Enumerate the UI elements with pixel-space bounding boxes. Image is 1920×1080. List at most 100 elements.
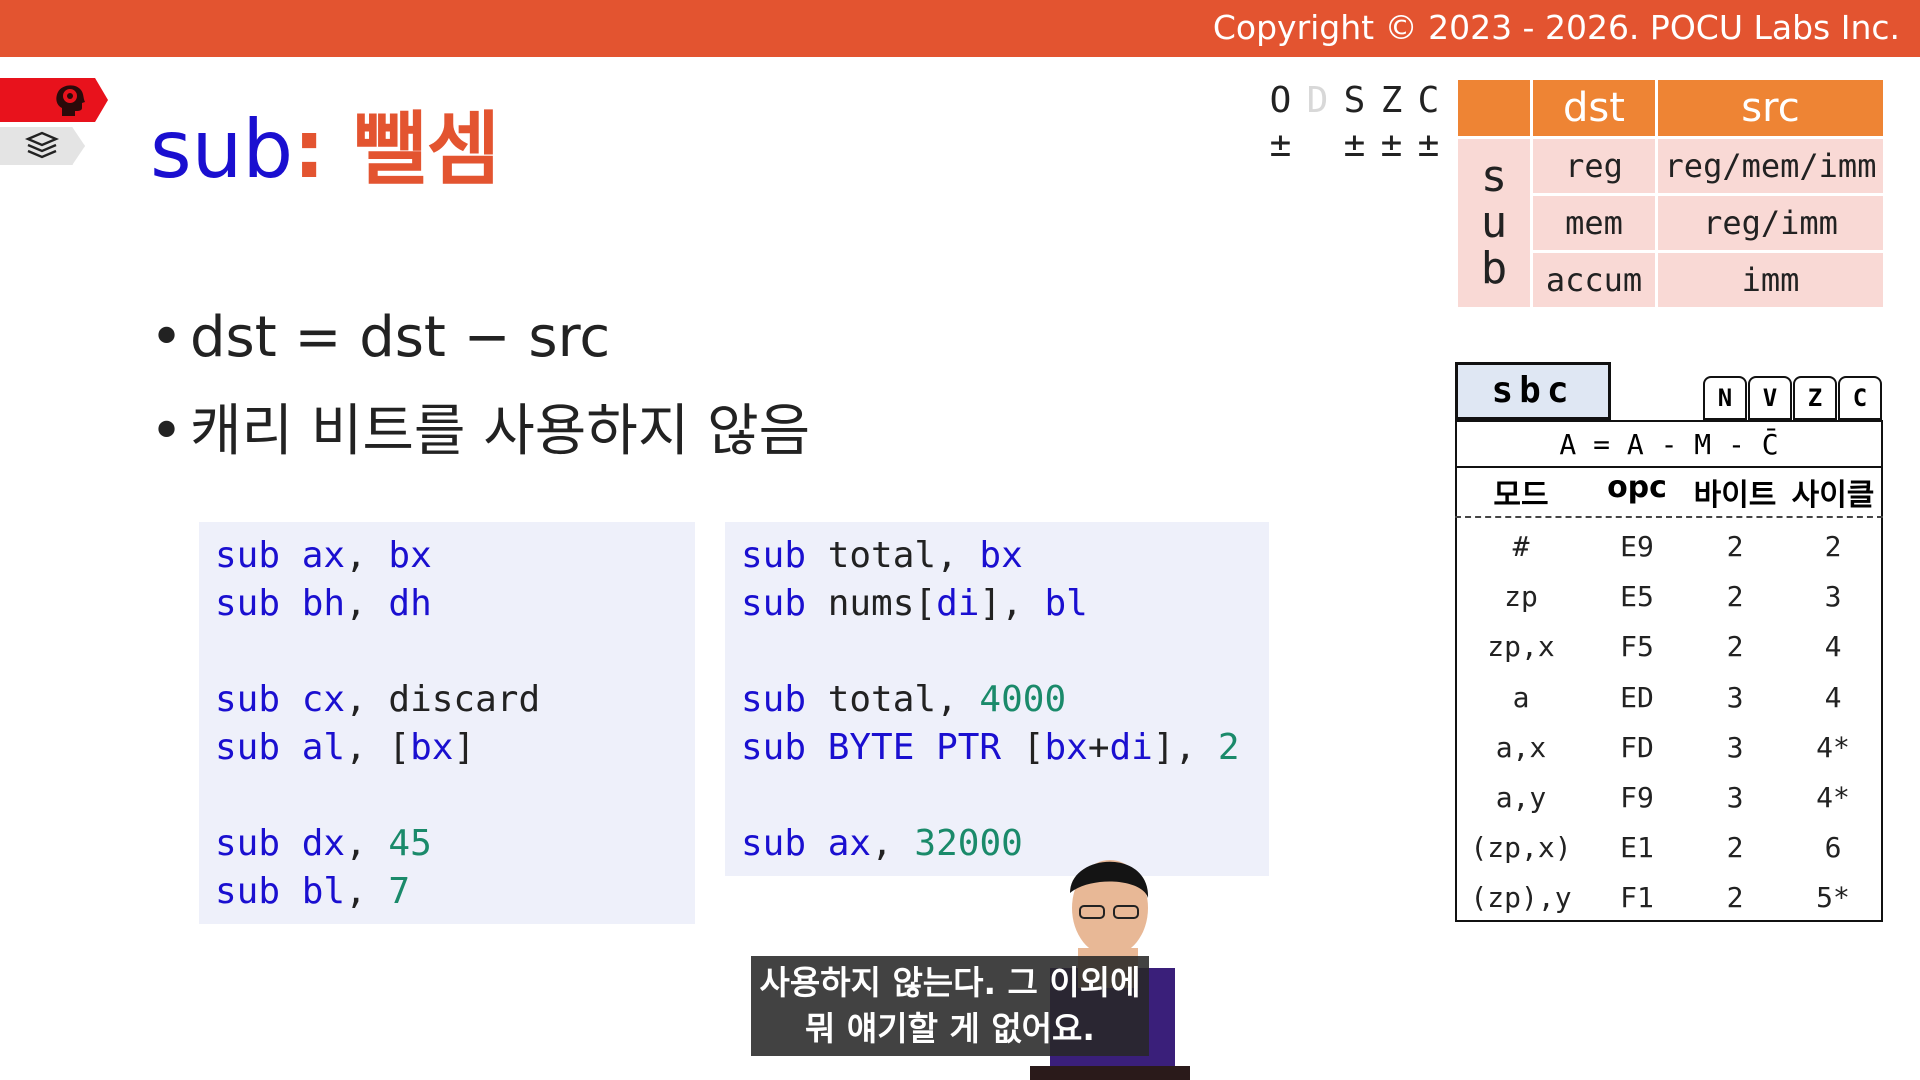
flag-box-v: V <box>1748 376 1792 420</box>
table-cell: mem <box>1533 196 1655 250</box>
table-cell: 2 <box>1726 881 1744 915</box>
table-cell: 3 <box>1824 580 1842 614</box>
code-token: + <box>1087 727 1110 768</box>
code-line: sub dx, 45 <box>215 820 695 868</box>
code-token: [ <box>1001 727 1045 768</box>
top-banner: Copyright © 2023 - 2026. POCU Labs Inc. <box>0 0 1920 57</box>
table-cell: 4 <box>1824 680 1842 714</box>
code-line: sub bh, dh <box>215 580 695 628</box>
table-cell: F9 <box>1620 781 1654 814</box>
code-token: dx <box>301 823 346 864</box>
column-header: 바이트 <box>1693 478 1777 513</box>
flag-effect: ± <box>1380 124 1403 165</box>
column-header: 모드 <box>1493 478 1549 513</box>
flag-box-z: Z <box>1793 376 1837 420</box>
subtitle-line-1: 사용하지 않는다. 그 이외에 <box>759 963 1141 1002</box>
table-cell: # <box>1512 530 1530 563</box>
table-cell: FD <box>1620 730 1654 764</box>
code-token: , <box>345 535 389 576</box>
code-token: sub <box>215 727 302 768</box>
code-token: bh <box>301 583 346 624</box>
table-cell: 6 <box>1824 831 1842 865</box>
code-token: , <box>871 823 915 864</box>
table-cell: 2 <box>1726 580 1744 614</box>
table-cell: a <box>1512 680 1530 714</box>
table-cell: E5 <box>1620 580 1654 614</box>
code-token: total, <box>827 535 980 576</box>
flag-box-c: C <box>1838 376 1882 420</box>
table-row: (zp),y F1 2 5* <box>1455 873 1883 923</box>
instruction-label-sub: s u b <box>1458 139 1530 307</box>
table-cell: 3 <box>1726 730 1744 764</box>
table-cell: E1 <box>1620 831 1654 865</box>
column-header-dst: dst <box>1533 80 1655 136</box>
table-cell: F1 <box>1620 881 1654 915</box>
sbc-reference-card: sbc N V Z C A = A - M - C̄ 모드 opc 바이트 사이… <box>1455 362 1883 922</box>
code-line: sub total, bx <box>741 532 1269 580</box>
code-token: 7 <box>388 871 411 912</box>
brain-head-icon <box>56 85 85 116</box>
title-korean: 뺄셈 <box>325 103 501 196</box>
table-row: a,y F9 3 4* <box>1455 773 1883 823</box>
table-cell: 2 <box>1726 831 1744 865</box>
code-token: bx <box>388 535 432 576</box>
code-token: 2 <box>1217 727 1240 768</box>
code-token: di <box>936 583 980 624</box>
table-cell: ED <box>1620 680 1654 714</box>
flags-panel: O D S Z C ± ± ± ± <box>1262 80 1447 168</box>
code-token: sub <box>741 535 828 576</box>
code-line: sub BYTE PTR [bx+di], 2 <box>741 724 1269 772</box>
code-token: BYTE PTR <box>827 727 1002 768</box>
code-block-left: sub ax, bx sub bh, dh sub cx, discard sub a… <box>199 522 695 924</box>
table-cell: zp,x <box>1487 630 1555 664</box>
flag-effect <box>1299 124 1336 168</box>
code-token: ], <box>1152 727 1218 768</box>
flag-name: S <box>1343 80 1366 121</box>
flag-name: O <box>1269 80 1292 121</box>
title-keyword: sub <box>150 103 294 196</box>
code-token: ], <box>979 583 1045 624</box>
table-cell: 2 <box>1726 530 1744 563</box>
table-cell: 3 <box>1726 680 1744 714</box>
sbc-formula: A = A - M - C̄ <box>1455 420 1883 468</box>
code-token: sub <box>215 535 302 576</box>
code-token: bx <box>979 535 1023 576</box>
code-token: total, <box>827 679 980 720</box>
bullet-list: • dst = dst − src • 캐리 비트를 사용하지 않음 <box>150 302 810 490</box>
table-cell: reg/imm <box>1658 196 1883 250</box>
code-token: ] <box>453 727 476 768</box>
table-cell: reg <box>1533 139 1655 193</box>
code-token: sub <box>741 823 828 864</box>
table-cell: accum <box>1533 253 1655 307</box>
code-token: dh <box>388 583 432 624</box>
table-row: (zp,x) E1 2 6 <box>1455 823 1883 873</box>
table-cell: 3 <box>1726 781 1744 814</box>
flag-effect: ± <box>1269 124 1292 165</box>
operand-table: dst src s u b reg reg/mem/imm mem reg/im… <box>1455 77 1886 310</box>
flag-box-n: N <box>1703 376 1747 420</box>
operand-table-corner <box>1458 80 1530 136</box>
code-token: bx <box>1044 727 1088 768</box>
code-line: sub total, 4000 <box>741 676 1269 724</box>
table-cell: 4* <box>1816 781 1850 814</box>
column-header: opc <box>1607 470 1667 505</box>
column-header-src: src <box>1658 80 1883 136</box>
table-cell: (zp,x) <box>1470 831 1572 865</box>
code-token: 32000 <box>914 823 1023 864</box>
table-cell: reg/mem/imm <box>1658 139 1883 193</box>
code-token: bl <box>301 871 346 912</box>
code-token: ax <box>301 535 346 576</box>
code-token: cx <box>301 679 346 720</box>
table-cell: E9 <box>1620 530 1654 563</box>
code-token: , discard <box>345 679 541 720</box>
flag-values-row: ± ± ± ± <box>1262 124 1447 168</box>
code-token: bl <box>1044 583 1088 624</box>
flag-names-row: ODSZC <box>1262 80 1447 124</box>
video-subtitle: 사용하지 않는다. 그 이외에 뭐 얘기할 게 없어요. <box>751 956 1149 1056</box>
code-token: di <box>1109 727 1153 768</box>
table-row: zp,x F5 2 4 <box>1455 622 1883 672</box>
bullet-item: • dst = dst − src <box>150 305 611 370</box>
flag-effect: ± <box>1417 124 1440 165</box>
